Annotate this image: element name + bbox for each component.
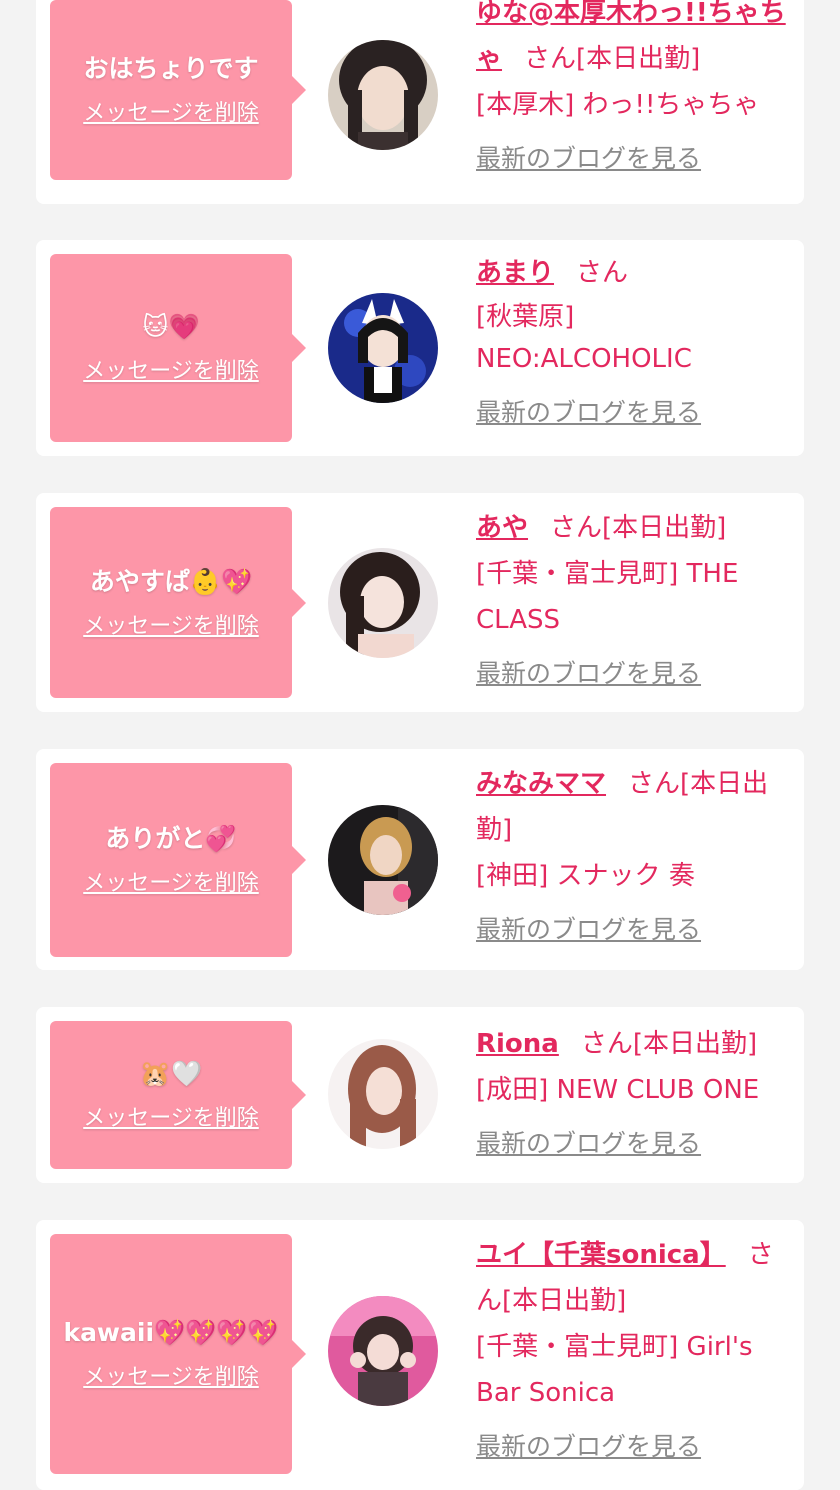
message-card: 🐹🤍 メッセージを削除 Riona さん[本日出勤] [成田] NEW CLUB … bbox=[36, 1007, 804, 1183]
message-card: 🐱💗 メッセージを削除 あまり さん [秋葉原] NEO:ALCOHOLIC 最新… bbox=[36, 240, 804, 456]
honorific: さん bbox=[576, 258, 629, 288]
message-card: あやすぱ👶💖 メッセージを削除 あや さん[本日出勤] [千葉・富士見町] THE… bbox=[36, 493, 804, 712]
shop-name: [成田] NEW CLUB ONE bbox=[476, 1075, 760, 1105]
honorific: さん bbox=[550, 513, 603, 543]
cast-name-link[interactable]: あまり bbox=[476, 258, 554, 288]
latest-blog-link[interactable]: 最新のブログを見る bbox=[476, 390, 794, 436]
cast-name-link[interactable]: みなみママ bbox=[476, 769, 606, 799]
message-text: kawaii💖💖💖💖 bbox=[63, 1318, 279, 1347]
delete-message-link[interactable]: メッセージを削除 bbox=[83, 612, 259, 642]
message-text: 🐱💗 bbox=[142, 312, 200, 341]
message-card: ありがと💞 メッセージを削除 みなみママ さん[本日出勤] [神田] スナック 奏… bbox=[36, 749, 804, 970]
avatar[interactable] bbox=[328, 805, 438, 915]
message-bubble: 🐹🤍 メッセージを削除 bbox=[50, 1021, 306, 1169]
cast-info: ゆな@本厚木わっ!!ちゃちゃ さん[本日出勤] [本厚木] わっ!!ちゃちゃ 最新… bbox=[476, 0, 794, 182]
message-text: ありがと💞 bbox=[105, 824, 237, 853]
delete-message-link[interactable]: メッセージを削除 bbox=[83, 99, 259, 129]
status-badge: [本日出勤] bbox=[632, 1029, 758, 1059]
cast-info: Riona さん[本日出勤] [成田] NEW CLUB ONE 最新のブログを見… bbox=[476, 1021, 794, 1167]
avatar[interactable] bbox=[328, 40, 438, 150]
avatar[interactable] bbox=[328, 548, 438, 658]
message-bubble: 🐱💗 メッセージを削除 bbox=[50, 254, 306, 442]
honorific: さん bbox=[580, 1029, 633, 1059]
cast-name-link[interactable]: あや bbox=[476, 513, 528, 543]
honorific: さん bbox=[524, 44, 577, 74]
avatar[interactable] bbox=[328, 1296, 438, 1406]
message-card: おはちょりです メッセージを削除 ゆな@本厚木わっ!!ちゃちゃ さん[本日出勤] … bbox=[36, 0, 804, 204]
cast-info: あや さん[本日出勤] [千葉・富士見町] THE CLASS 最新のブログを見る bbox=[476, 505, 794, 697]
delete-message-link[interactable]: メッセージを削除 bbox=[83, 869, 259, 899]
shop-name: [秋葉原] NEO:ALCOHOLIC bbox=[476, 302, 692, 374]
shop-name: [本厚木] わっ!!ちゃちゃ bbox=[476, 90, 760, 120]
message-card: kawaii💖💖💖💖 メッセージを削除 ユイ【千葉sonica】 さん[本日出勤]… bbox=[36, 1220, 804, 1490]
status-badge: [本日出勤] bbox=[602, 513, 727, 543]
delete-message-link[interactable]: メッセージを削除 bbox=[83, 1104, 259, 1134]
latest-blog-link[interactable]: 最新のブログを見る bbox=[476, 651, 794, 697]
avatar[interactable] bbox=[328, 1039, 438, 1149]
honorific: さん bbox=[628, 769, 681, 799]
message-bubble: おはちょりです メッセージを削除 bbox=[50, 0, 306, 180]
cast-name-link[interactable]: Riona bbox=[476, 1029, 559, 1059]
status-badge: [本日出勤] bbox=[502, 1286, 627, 1316]
cast-name-link[interactable]: ユイ【千葉sonica】 bbox=[476, 1240, 726, 1270]
avatar[interactable] bbox=[328, 293, 438, 403]
latest-blog-link[interactable]: 最新のブログを見る bbox=[476, 1424, 794, 1470]
latest-blog-link[interactable]: 最新のブログを見る bbox=[476, 907, 794, 953]
latest-blog-link[interactable]: 最新のブログを見る bbox=[476, 136, 794, 182]
message-bubble: kawaii💖💖💖💖 メッセージを削除 bbox=[50, 1234, 306, 1474]
message-text: おはちょりです bbox=[83, 54, 259, 83]
message-bubble: あやすぱ👶💖 メッセージを削除 bbox=[50, 507, 306, 698]
message-text: あやすぱ👶💖 bbox=[89, 566, 253, 596]
status-badge: [本日出勤] bbox=[576, 44, 701, 74]
shop-name: [千葉・富士見町] THE CLASS bbox=[476, 559, 739, 635]
cast-info: ユイ【千葉sonica】 さん[本日出勤] [千葉・富士見町] Girl's Ba… bbox=[476, 1232, 794, 1470]
delete-message-link[interactable]: メッセージを削除 bbox=[83, 1363, 259, 1393]
cast-info: あまり さん [秋葉原] NEO:ALCOHOLIC 最新のブログを見る bbox=[476, 250, 794, 436]
message-bubble: ありがと💞 メッセージを削除 bbox=[50, 763, 306, 957]
cast-info: みなみママ さん[本日出勤] [神田] スナック 奏 最新のブログを見る bbox=[476, 761, 794, 953]
shop-name: [千葉・富士見町] Girl's Bar Sonica bbox=[476, 1332, 753, 1408]
message-text: 🐹🤍 bbox=[139, 1059, 203, 1088]
delete-message-link[interactable]: メッセージを削除 bbox=[83, 357, 259, 387]
latest-blog-link[interactable]: 最新のブログを見る bbox=[476, 1121, 794, 1167]
shop-name: [神田] スナック 奏 bbox=[476, 861, 695, 891]
